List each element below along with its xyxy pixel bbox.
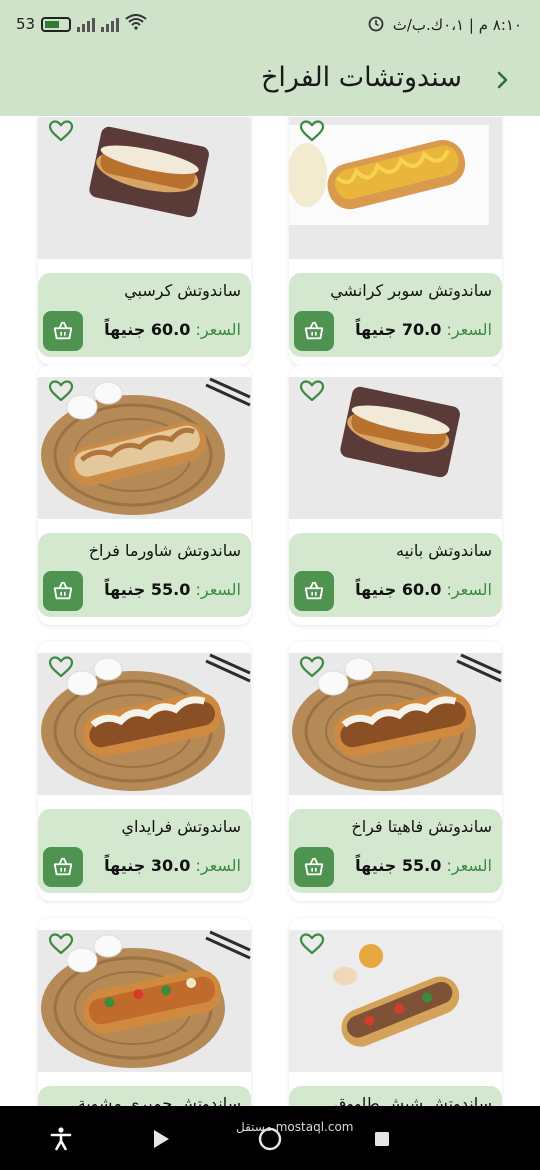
product-info: ساندوتش بانيه السعر: 60.0 جنيهاً: [289, 533, 502, 617]
heart-outline-icon: [48, 380, 74, 407]
product-card[interactable]: ساندوتش سوبر كرانشي السعر: 70.0 جنيهاً: [289, 116, 502, 365]
play-button[interactable]: [148, 1126, 174, 1152]
product-name: ساندوتش جمبري مشوية: [77, 1094, 241, 1106]
product-name: ساندوتش سوبر كرانشي: [330, 281, 492, 300]
product-card[interactable]: ساندوتش شاورما فراخ السعر: 55.0 جنيهاً: [38, 365, 251, 625]
heart-outline-icon: [299, 120, 325, 147]
product-card[interactable]: ساندوتش بانيه السعر: 60.0 جنيهاً: [289, 365, 502, 625]
stop-square-icon: [375, 1132, 389, 1146]
app-header: سندوتشات الفراخ: [0, 48, 540, 116]
add-to-cart-button[interactable]: [294, 571, 334, 611]
product-price: السعر: 30.0 جنيهاً: [104, 856, 241, 875]
product-price: السعر: 70.0 جنيهاً: [355, 320, 492, 339]
signal-2-icon: [101, 16, 120, 32]
product-info: ساندوتش جمبري مشويةالسعر:: [38, 1086, 251, 1106]
accessibility-button[interactable]: [48, 1126, 74, 1152]
product-card[interactable]: ساندوتش فاهيتا فراخ السعر: 55.0 جنيهاً: [289, 641, 502, 901]
product-grid: ساندوتش سوبر كرانشي السعر: 70.0 جنيهاً سان…: [0, 116, 540, 1106]
heart-outline-icon: [299, 933, 325, 960]
shopping-basket-icon: [52, 856, 74, 878]
favorite-button[interactable]: [48, 655, 74, 679]
product-info: ساندوتش شيش طاووقالسعر:: [289, 1086, 502, 1106]
product-info: ساندوتش فرايداي السعر: 30.0 جنيهاً: [38, 809, 251, 893]
favorite-button[interactable]: [299, 379, 325, 403]
price-label: السعر:: [446, 580, 492, 599]
add-to-cart-button[interactable]: [43, 571, 83, 611]
product-card[interactable]: ساندوتش كرسبي السعر: 60.0 جنيهاً: [38, 116, 251, 365]
product-name: ساندوتش بانيه: [396, 541, 492, 560]
play-icon: [154, 1130, 169, 1148]
product-price: السعر: 55.0 جنيهاً: [104, 580, 241, 599]
heart-outline-icon: [48, 933, 74, 960]
add-to-cart-button[interactable]: [43, 311, 83, 351]
status-right: ٨:١٠ م | ٠،١ك.ب/ث: [367, 14, 522, 36]
shopping-basket-icon: [52, 320, 74, 342]
price-value: 60.0 جنيهاً: [104, 320, 191, 339]
favorite-button[interactable]: [48, 379, 74, 403]
heart-outline-icon: [48, 120, 74, 147]
battery-icon: [41, 16, 72, 32]
price-label: السعر:: [195, 580, 241, 599]
shopping-basket-icon: [303, 856, 325, 878]
favorite-button[interactable]: [48, 932, 74, 956]
watermark: مستقل mostaql.com: [236, 1120, 354, 1134]
status-bar: 53 ٨:١٠ م | ٠،١ك.ب/ث: [0, 0, 540, 48]
product-name: ساندوتش شاورما فراخ: [88, 541, 241, 560]
product-price: السعر: 55.0 جنيهاً: [355, 856, 492, 875]
chevron-right-icon: [497, 71, 508, 89]
battery-percent: 53: [16, 15, 36, 33]
app-screen: 53 ٨:١٠ م | ٠،١ك.ب/ث سندوتشات الفراخ سان…: [0, 0, 540, 1170]
recents-button[interactable]: [369, 1126, 395, 1152]
favorite-button[interactable]: [299, 119, 325, 143]
add-to-cart-button[interactable]: [294, 311, 334, 351]
heart-outline-icon: [299, 380, 325, 407]
price-label: السعر:: [195, 320, 241, 339]
price-value: 55.0 جنيهاً: [355, 856, 442, 875]
product-name: ساندوتش فاهيتا فراخ: [351, 817, 492, 836]
product-card[interactable]: ساندوتش شيش طاووقالسعر:: [289, 918, 502, 1106]
system-nav-bar: مستقل mostaql.com: [0, 1106, 540, 1170]
status-time: ٨:١٠ م | ٠،١ك.ب/ث: [392, 16, 522, 34]
add-to-cart-button[interactable]: [294, 847, 334, 887]
heart-outline-icon: [48, 656, 74, 683]
price-value: 55.0 جنيهاً: [104, 580, 191, 599]
product-card[interactable]: ساندوتش جمبري مشويةالسعر:: [38, 918, 251, 1106]
product-price: السعر: 60.0 جنيهاً: [104, 320, 241, 339]
price-value: 30.0 جنيهاً: [104, 856, 191, 875]
product-info: ساندوتش شاورما فراخ السعر: 55.0 جنيهاً: [38, 533, 251, 617]
favorite-button[interactable]: [299, 655, 325, 679]
price-label: السعر:: [195, 856, 241, 875]
alarm-icon: [367, 14, 385, 36]
product-card[interactable]: ساندوتش فرايداي السعر: 30.0 جنيهاً: [38, 641, 251, 901]
wifi-icon: [125, 14, 147, 34]
heart-outline-icon: [299, 656, 325, 683]
price-value: 60.0 جنيهاً: [355, 580, 442, 599]
favorite-button[interactable]: [48, 119, 74, 143]
back-button[interactable]: [490, 68, 514, 92]
signal-icon: [77, 16, 96, 32]
price-label: السعر:: [446, 856, 492, 875]
accessibility-icon: [50, 1127, 72, 1151]
price-value: 70.0 جنيهاً: [355, 320, 442, 339]
price-label: السعر:: [446, 320, 492, 339]
product-info: ساندوتش فاهيتا فراخ السعر: 55.0 جنيهاً: [289, 809, 502, 893]
shopping-basket-icon: [303, 580, 325, 602]
shopping-basket-icon: [303, 320, 325, 342]
product-info: ساندوتش كرسبي السعر: 60.0 جنيهاً: [38, 273, 251, 357]
product-name: ساندوتش شيش طاووق: [334, 1094, 492, 1106]
product-name: ساندوتش فرايداي: [121, 817, 241, 836]
favorite-button[interactable]: [299, 932, 325, 956]
page-title: سندوتشات الفراخ: [260, 62, 462, 93]
product-info: ساندوتش سوبر كرانشي السعر: 70.0 جنيهاً: [289, 273, 502, 357]
add-to-cart-button[interactable]: [43, 847, 83, 887]
product-name: ساندوتش كرسبي: [124, 281, 241, 300]
product-price: السعر: 60.0 جنيهاً: [355, 580, 492, 599]
shopping-basket-icon: [52, 580, 74, 602]
status-left: 53: [16, 14, 147, 34]
